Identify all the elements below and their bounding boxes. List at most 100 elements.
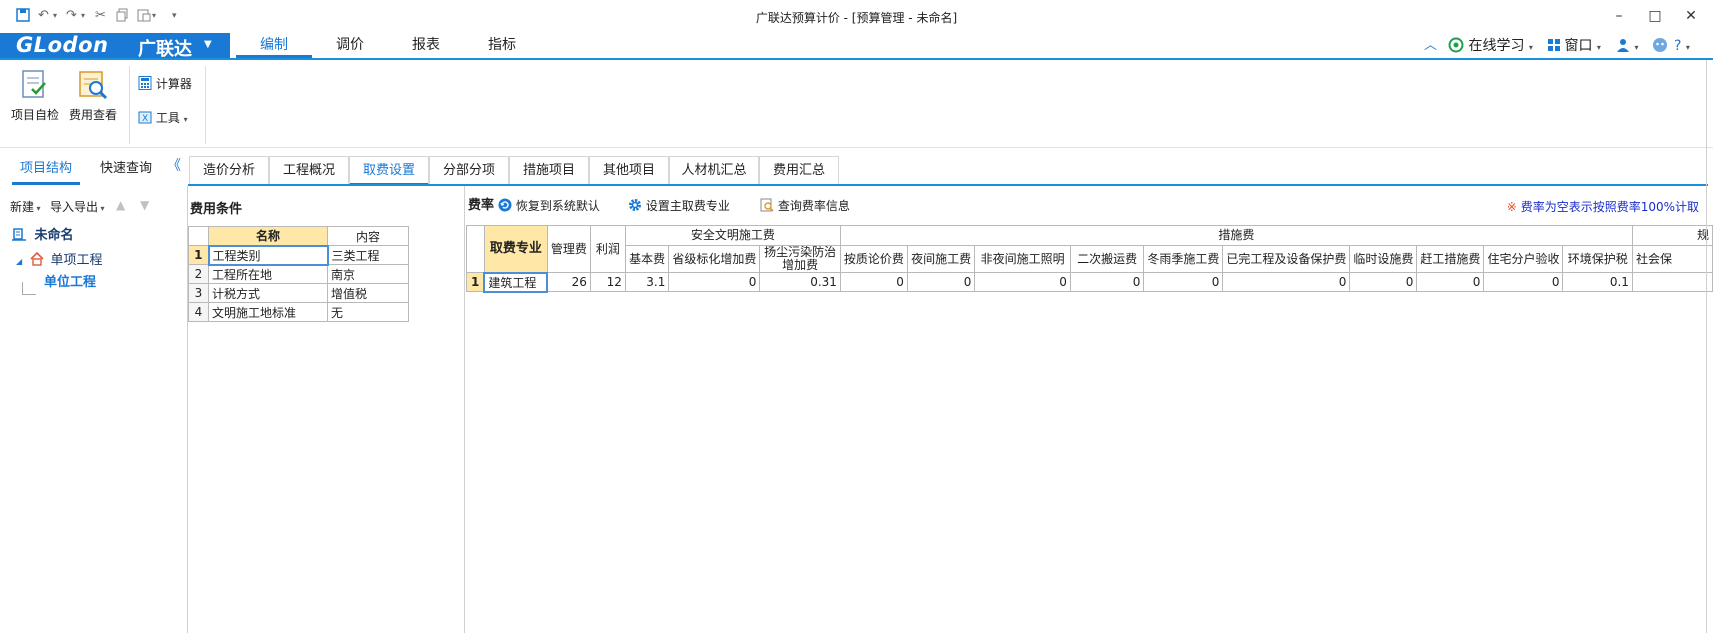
condition-name-cell[interactable]: 工程类别 xyxy=(207,244,329,266)
menu-tab-report[interactable]: 报表 xyxy=(388,33,464,58)
table-corner xyxy=(188,226,209,246)
column-header-env-tax: 环境保护税 xyxy=(1562,245,1633,273)
menu-tab-edit[interactable]: 编制 xyxy=(236,33,312,58)
window-menu-dropdown-icon: ▾ xyxy=(1596,43,1601,52)
table-row[interactable]: 4 文明施工地标准 无 xyxy=(188,302,409,322)
profit-cell[interactable]: 12 xyxy=(589,272,626,292)
env-tax-cell[interactable]: 0.1 xyxy=(1562,272,1633,292)
menu-tab-adjust[interactable]: 调价 xyxy=(312,33,388,58)
query-rate-info-label: 查询费率信息 xyxy=(777,199,850,213)
user-menu-button[interactable]: ▾ xyxy=(1616,37,1638,57)
column-header-protection: 已完工程及设备保护费 xyxy=(1222,245,1351,273)
maximize-button[interactable]: □ xyxy=(1640,5,1670,27)
tab-cost-analysis[interactable]: 造价分析 xyxy=(189,156,269,186)
tools-button[interactable]: X 工具 ▾ xyxy=(138,108,188,128)
close-button[interactable]: ✕ xyxy=(1676,5,1706,27)
table-row[interactable]: 1 建筑工程 26 12 3.1 0 0.31 0 0 0 0 0 0 0 0 … xyxy=(466,271,1713,293)
table-row[interactable]: 3 计税方式 增值税 xyxy=(188,283,409,303)
set-main-specialty-label: 设置主取费专业 xyxy=(645,199,730,213)
import-export-label: 导入导出 xyxy=(50,200,99,214)
logo-dropdown-icon: ▼ xyxy=(204,39,212,50)
row-number: 3 xyxy=(188,283,209,303)
new-button[interactable]: 新建 ▾ xyxy=(10,198,41,215)
non-night-lighting-cell[interactable]: 0 xyxy=(974,272,1071,292)
collapse-panel-icon[interactable]: 《 xyxy=(164,154,184,182)
tab-quick-search[interactable]: 快速查询 xyxy=(86,157,166,185)
tab-measure-items[interactable]: 措施项目 xyxy=(509,156,589,186)
protection-cell[interactable]: 0 xyxy=(1222,272,1351,292)
app-logo-menu[interactable]: GLodon 广联达 ▼ xyxy=(0,33,230,60)
row-number: 1 xyxy=(188,245,209,265)
condition-name-cell[interactable]: 计税方式 xyxy=(208,283,328,303)
tab-project-overview[interactable]: 工程概况 xyxy=(269,156,349,186)
online-learning-dropdown-icon: ▾ xyxy=(1528,43,1533,52)
condition-name-cell[interactable]: 工程所在地 xyxy=(208,264,328,284)
query-rate-info-button[interactable]: 查询费率信息 xyxy=(760,198,850,214)
tab-fee-summary[interactable]: 费用汇总 xyxy=(759,156,839,186)
tab-fee-settings[interactable]: 取费设置 xyxy=(349,156,429,186)
help-button[interactable]: ? ▾ xyxy=(1674,37,1690,57)
gear-icon xyxy=(629,199,641,211)
condition-content-cell[interactable]: 增值税 xyxy=(327,283,409,303)
restore-default-button[interactable]: 恢复到系统默认 xyxy=(498,198,600,214)
tech-review-cell[interactable]: 0 xyxy=(839,272,908,292)
row-number: 4 xyxy=(188,302,209,322)
import-export-button[interactable]: 导入导出 ▾ xyxy=(50,198,105,215)
table-row[interactable]: 2 工程所在地 南京 xyxy=(188,264,409,284)
assistant-icon[interactable] xyxy=(1652,37,1668,55)
condition-name-cell[interactable]: 文明施工地标准 xyxy=(208,302,328,322)
temp-facilities-cell[interactable]: 0 xyxy=(1349,272,1418,292)
tools-dropdown-icon: ▾ xyxy=(183,115,188,124)
help-dropdown-icon: ▾ xyxy=(1685,43,1690,52)
tree-item-unit-project[interactable]: 单位工程 xyxy=(44,271,96,290)
tab-other-items[interactable]: 其他项目 xyxy=(589,156,669,186)
fee-rates-title: 费率 xyxy=(468,198,495,213)
condition-content-cell[interactable]: 南京 xyxy=(327,264,409,284)
row-number: 1 xyxy=(466,272,485,292)
title-bar: ↶ ▾ ↷ ▾ ✂ ▾ ▾ 广联达预算计价 - [预算管理 - 未命名] – □… xyxy=(0,0,1713,33)
fee-conditions-table: 名称 内容 1 工程类别 三类工程 2 工程所在地 南京 3 计税方式 增值税 … xyxy=(188,226,409,322)
fee-conditions-panel: 费用条件 名称 内容 1 工程类别 三类工程 2 工程所在地 南京 3 计税方式… xyxy=(188,186,465,633)
rush-measures-cell[interactable]: 0 xyxy=(1416,272,1485,292)
management-cell[interactable]: 26 xyxy=(546,272,591,292)
expand-arrow-icon[interactable]: ◢ xyxy=(16,257,22,266)
new-dropdown-icon: ▾ xyxy=(34,204,41,213)
tree-root[interactable]: 未命名 xyxy=(12,224,74,243)
menu-tab-index[interactable]: 指标 xyxy=(464,33,540,58)
help-icon: ? xyxy=(1674,38,1682,54)
condition-content-cell[interactable]: 无 xyxy=(327,302,409,322)
night-work-cell[interactable]: 0 xyxy=(906,272,976,292)
fee-view-button[interactable]: 费用查看 xyxy=(66,68,120,123)
social-cell[interactable] xyxy=(1631,272,1713,292)
tree-item-single-project[interactable]: ◢ 单项工程 xyxy=(16,249,102,268)
base-cell[interactable]: 3.1 xyxy=(624,272,670,292)
minimize-button[interactable]: – xyxy=(1604,5,1634,27)
residential-check-cell[interactable]: 0 xyxy=(1483,272,1564,292)
window-menu-button[interactable]: 窗口 ▾ xyxy=(1548,37,1601,57)
restore-icon xyxy=(498,198,512,212)
row-number: 2 xyxy=(188,264,209,284)
winter-rain-cell[interactable]: 0 xyxy=(1143,272,1224,292)
home-icon xyxy=(30,251,44,266)
move-down-icon[interactable]: ▼ xyxy=(140,198,149,212)
dust-control-cell[interactable]: 0.31 xyxy=(759,272,841,292)
specialty-cell[interactable]: 建筑工程 xyxy=(483,271,549,293)
set-main-specialty-button[interactable]: 设置主取费专业 xyxy=(628,198,730,214)
tab-project-structure[interactable]: 项目结构 xyxy=(12,157,80,185)
tab-sub-items[interactable]: 分部分项 xyxy=(429,156,509,186)
table-row[interactable]: 1 工程类别 三类工程 xyxy=(188,244,409,266)
online-learning-button[interactable]: 在线学习 ▾ xyxy=(1448,37,1533,57)
project-check-button[interactable]: 项目自检 xyxy=(8,68,62,123)
tab-labor-material-summary[interactable]: 人材机汇总 xyxy=(669,156,759,186)
secondary-transport-cell[interactable]: 0 xyxy=(1069,272,1145,292)
move-up-icon[interactable]: ▲ xyxy=(116,198,125,212)
tree-connector xyxy=(22,282,23,294)
window-title: 广联达预算计价 - [预算管理 - 未命名] xyxy=(755,11,958,25)
provincial-bonus-cell[interactable]: 0 xyxy=(668,272,761,292)
ribbon-separator xyxy=(205,66,206,144)
condition-content-cell[interactable]: 三类工程 xyxy=(327,245,409,265)
fee-rates-table: 取费专业 管理费 利润 安全文明施工费 措施费 规 基本费 省级标化增加费 扬尘… xyxy=(466,225,1713,293)
column-header-dust-control: 扬尘污染防治 增加费 xyxy=(759,245,841,273)
calculator-button[interactable]: 计算器 xyxy=(138,74,192,94)
collapse-ribbon-icon[interactable]: ︿ xyxy=(1424,37,1437,55)
